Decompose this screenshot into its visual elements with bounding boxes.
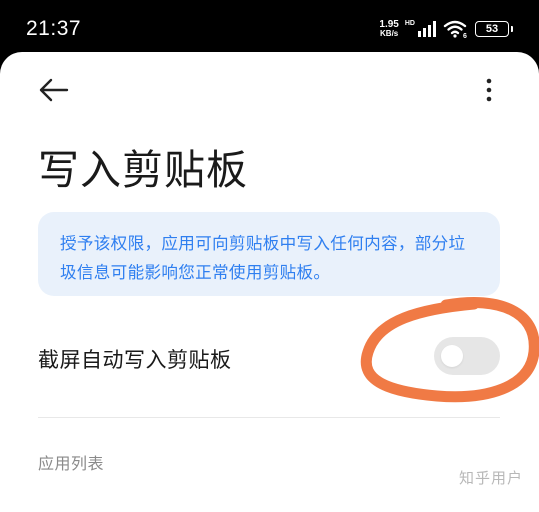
hd-label: HD — [404, 19, 415, 27]
status-icons: 1.95 KB/s HD 6 53 — [379, 18, 513, 40]
toggle-knob — [441, 345, 463, 367]
watermark: 知乎用户 — [458, 469, 523, 487]
arrow-left-icon — [39, 78, 69, 102]
divider — [38, 417, 500, 418]
setting-label: 截屏自动写入剪贴板 — [38, 348, 232, 372]
battery-level: 53 — [485, 23, 499, 35]
more-button[interactable] — [478, 74, 500, 106]
wifi-badge: 6 — [463, 33, 467, 39]
back-button[interactable] — [36, 74, 72, 106]
network-speed-unit: KB/s — [380, 29, 399, 38]
network-speed: 1.95 KB/s — [379, 19, 399, 39]
section-header-app-list: 应用列表 — [38, 454, 105, 473]
setting-row-screenshot-clipboard[interactable]: 截屏自动写入剪贴板 — [38, 328, 500, 388]
network-speed-value: 1.95 — [379, 19, 399, 30]
screenshot-clipboard-toggle[interactable] — [434, 337, 500, 375]
more-vertical-icon — [486, 78, 492, 102]
permission-notice: 授予该权限，应用可向剪贴板中写入任何内容，部分垃圾信息可能影响您正常使用剪贴板。 — [38, 212, 500, 296]
page-title: 写入剪贴板 — [38, 146, 248, 194]
permission-page: 写入剪贴板 授予该权限，应用可向剪贴板中写入任何内容，部分垃圾信息可能影响您正常… — [0, 52, 539, 512]
status-bar: 21:37 1.95 KB/s HD 6 53 — [0, 0, 539, 54]
battery-icon: 53 — [475, 21, 513, 37]
status-time: 21:37 — [26, 17, 82, 40]
signal-icon — [418, 21, 436, 37]
wifi-icon: 6 — [443, 20, 467, 39]
